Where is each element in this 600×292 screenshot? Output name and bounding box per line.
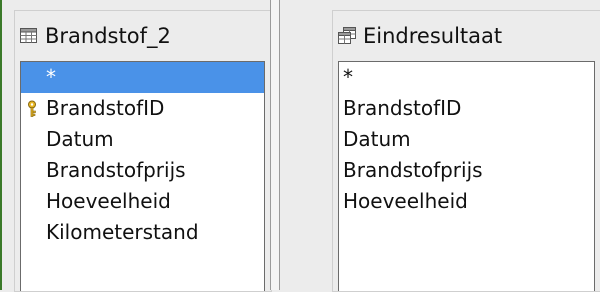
table-window-title-bar[interactable]: Brandstof_2 bbox=[15, 11, 271, 61]
field-label: Kilometerstand bbox=[46, 220, 199, 244]
primary-key-icon bbox=[28, 100, 36, 117]
field-label: Hoeveelheid bbox=[343, 189, 468, 213]
field-list[interactable]: * BrandstofID Datum Brandstofprijs Hoeve… bbox=[20, 61, 265, 291]
field-label: BrandstofID bbox=[343, 96, 462, 120]
table-title: Brandstof_2 bbox=[45, 24, 171, 48]
table-window-eindresultaat[interactable]: Eindresultaat * BrandstofID Datum Brands… bbox=[332, 10, 600, 292]
table-window-title-bar[interactable]: Eindresultaat bbox=[333, 11, 600, 61]
field-item-datum[interactable]: Datum bbox=[21, 124, 264, 155]
field-label: Brandstofprijs bbox=[343, 158, 483, 182]
left-table-pane: Brandstof_2 * BrandstofID Datum Brandsto… bbox=[0, 0, 272, 292]
field-item-datum[interactable]: Datum bbox=[339, 124, 594, 155]
field-item-hoeveelheid[interactable]: Hoeveelheid bbox=[339, 186, 594, 217]
field-label: Brandstofprijs bbox=[46, 158, 186, 182]
pane-splitter[interactable] bbox=[270, 0, 280, 290]
field-label: Datum bbox=[343, 127, 411, 151]
field-item-brandstofid[interactable]: BrandstofID bbox=[21, 93, 264, 124]
table-title: Eindresultaat bbox=[363, 24, 503, 48]
field-label: * bbox=[46, 65, 56, 89]
field-item-brandstofprijs[interactable]: Brandstofprijs bbox=[339, 155, 594, 186]
table-window-brandstof[interactable]: Brandstof_2 * BrandstofID Datum Brandsto… bbox=[14, 10, 272, 292]
field-label: Datum bbox=[46, 127, 114, 151]
field-item-all[interactable]: * bbox=[339, 62, 594, 93]
field-label: BrandstofID bbox=[46, 96, 165, 120]
field-item-kilometerstand[interactable]: Kilometerstand bbox=[21, 217, 264, 248]
field-label: Hoeveelheid bbox=[46, 189, 171, 213]
field-item-all[interactable]: * bbox=[21, 62, 264, 93]
field-item-hoeveelheid[interactable]: Hoeveelheid bbox=[21, 186, 264, 217]
query-icon bbox=[338, 27, 356, 44]
field-label: * bbox=[343, 65, 353, 89]
field-list[interactable]: * BrandstofID Datum Brandstofprijs Hoeve… bbox=[338, 61, 595, 291]
table-icon bbox=[20, 28, 37, 43]
field-item-brandstofprijs[interactable]: Brandstofprijs bbox=[21, 155, 264, 186]
field-item-brandstofid[interactable]: BrandstofID bbox=[339, 93, 594, 124]
